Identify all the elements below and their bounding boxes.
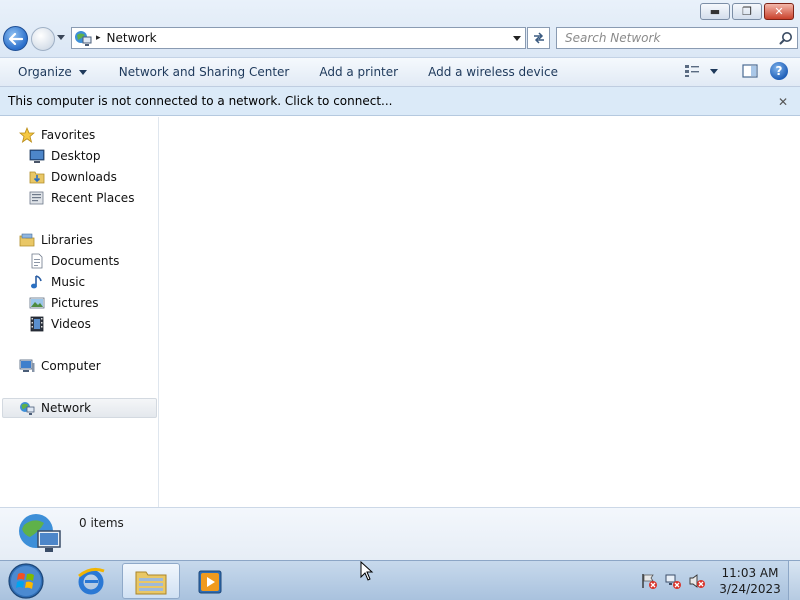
windows-explorer-icon bbox=[135, 571, 167, 595]
network-sharing-center-button[interactable]: Network and Sharing Center bbox=[103, 65, 304, 79]
sidebar-item-label: Pictures bbox=[51, 296, 99, 310]
libraries-icon bbox=[19, 233, 35, 247]
file-list-area[interactable] bbox=[160, 117, 800, 507]
sidebar-item-label: Libraries bbox=[41, 233, 93, 247]
sidebar-item-label: Network bbox=[41, 401, 92, 415]
maximize-icon: ❐ bbox=[742, 5, 752, 18]
taskbar-clock[interactable]: 11:03 AM 3/24/2023 bbox=[710, 565, 790, 597]
breadcrumb-separator[interactable]: ▸ bbox=[96, 33, 101, 43]
windows-start-icon bbox=[8, 563, 44, 599]
documents-icon bbox=[31, 253, 43, 269]
sidebar-item-videos[interactable]: Videos bbox=[29, 314, 91, 334]
network-icon bbox=[20, 402, 35, 415]
back-button[interactable] bbox=[3, 26, 28, 51]
mouse-cursor-icon bbox=[360, 561, 374, 581]
close-button[interactable]: ✕ bbox=[764, 3, 794, 20]
minimize-button[interactable]: ▬ bbox=[700, 3, 730, 20]
refresh-icon bbox=[533, 32, 544, 44]
forward-button[interactable] bbox=[31, 27, 55, 51]
videos-icon bbox=[30, 316, 44, 332]
organize-menu[interactable]: Organize bbox=[0, 65, 101, 79]
minimize-icon: ▬ bbox=[709, 5, 721, 18]
command-bar: Organize Network and Sharing Center Add … bbox=[0, 58, 800, 87]
network-globe-icon bbox=[19, 514, 61, 552]
change-view-button[interactable] bbox=[684, 64, 718, 78]
window-titlebar: ▬ ❐ ✕ ▸ Network bbox=[0, 0, 800, 58]
downloads-folder-icon bbox=[29, 171, 45, 184]
sidebar-item-label: Videos bbox=[51, 317, 91, 331]
add-wireless-device-label: Add a wireless device bbox=[428, 65, 558, 79]
add-wireless-device-button[interactable]: Add a wireless device bbox=[412, 65, 572, 79]
show-desktop-button[interactable] bbox=[788, 561, 800, 600]
info-bar[interactable]: This computer is not connected to a netw… bbox=[0, 87, 800, 116]
add-printer-button[interactable]: Add a printer bbox=[303, 65, 412, 79]
sidebar-item-label: Music bbox=[51, 275, 86, 289]
organize-label: Organize bbox=[18, 65, 72, 79]
info-bar-message[interactable]: This computer is not connected to a netw… bbox=[8, 94, 392, 108]
sidebar-item-documents[interactable]: Documents bbox=[29, 251, 119, 271]
music-icon bbox=[31, 275, 42, 289]
preview-pane-icon[interactable] bbox=[742, 64, 758, 78]
star-icon bbox=[19, 127, 35, 143]
sidebar-item-label: Documents bbox=[51, 254, 120, 268]
add-printer-label: Add a printer bbox=[319, 65, 399, 79]
volume-muted-icon[interactable] bbox=[688, 572, 706, 590]
chevron-down-icon bbox=[78, 69, 87, 75]
sidebar-item-pictures[interactable]: Pictures bbox=[29, 293, 99, 313]
view-options-icon bbox=[685, 65, 699, 77]
address-history-dropdown-icon[interactable] bbox=[513, 36, 521, 41]
window-controls: ▬ ❐ ✕ bbox=[700, 3, 794, 20]
address-bar[interactable]: ▸ Network bbox=[71, 27, 526, 49]
sidebar-item-label: Recent Places bbox=[51, 191, 135, 205]
sidebar-item-recent-places[interactable]: Recent Places bbox=[29, 188, 134, 208]
details-pane: 0 items bbox=[0, 507, 800, 560]
chevron-down-icon[interactable] bbox=[710, 68, 718, 74]
maximize-button[interactable]: ❐ bbox=[732, 3, 762, 20]
action-center-flag-icon[interactable] bbox=[640, 572, 658, 590]
sidebar-item-music[interactable]: Music bbox=[29, 272, 85, 292]
back-arrow-icon bbox=[8, 32, 23, 45]
taskbar: 11:03 AM 3/24/2023 bbox=[0, 560, 800, 600]
info-bar-close-icon[interactable]: ✕ bbox=[778, 95, 788, 109]
clock-date: 3/24/2023 bbox=[719, 582, 781, 596]
breadcrumb-network[interactable]: Network bbox=[107, 31, 157, 45]
sidebar-item-computer[interactable]: Computer bbox=[19, 356, 101, 376]
internet-explorer-icon bbox=[78, 567, 105, 595]
taskbar-media-player[interactable] bbox=[182, 563, 240, 599]
sidebar-item-network[interactable]: Network bbox=[2, 398, 157, 418]
sidebar-item-label: Computer bbox=[41, 359, 101, 373]
network-icon bbox=[75, 31, 92, 46]
desktop-icon bbox=[29, 149, 45, 163]
sidebar-item-desktop[interactable]: Desktop bbox=[29, 146, 101, 166]
close-icon: ✕ bbox=[774, 5, 784, 18]
taskbar-internet-explorer[interactable] bbox=[62, 563, 120, 599]
sidebar-item-libraries[interactable]: Libraries bbox=[19, 230, 93, 250]
help-button[interactable]: ? bbox=[770, 62, 788, 80]
clock-time: 11:03 AM bbox=[721, 566, 779, 580]
search-input[interactable] bbox=[565, 31, 775, 45]
sidebar-item-favorites[interactable]: Favorites bbox=[19, 125, 95, 145]
refresh-button[interactable] bbox=[527, 27, 550, 49]
network-disconnected-icon[interactable] bbox=[664, 572, 682, 590]
sidebar-item-label: Favorites bbox=[41, 128, 96, 142]
recent-places-icon bbox=[29, 191, 44, 205]
network-sharing-center-label: Network and Sharing Center bbox=[118, 65, 290, 79]
sidebar-item-downloads[interactable]: Downloads bbox=[29, 167, 117, 187]
recent-pages-dropdown-icon[interactable] bbox=[57, 35, 65, 40]
computer-icon bbox=[19, 359, 35, 372]
navigation-pane: Favorites Desktop Downloads Recent Place… bbox=[0, 117, 159, 507]
search-box[interactable] bbox=[556, 27, 798, 49]
start-button[interactable] bbox=[6, 562, 46, 600]
media-player-icon bbox=[198, 570, 222, 594]
search-icon[interactable] bbox=[779, 31, 793, 45]
pictures-icon bbox=[29, 297, 45, 309]
toolbar-right-group: ? bbox=[684, 62, 788, 80]
taskbar-windows-explorer[interactable] bbox=[122, 563, 180, 599]
help-icon: ? bbox=[775, 64, 783, 78]
sidebar-item-label: Desktop bbox=[51, 149, 101, 163]
sidebar-item-label: Downloads bbox=[51, 170, 117, 184]
item-count: 0 items bbox=[79, 516, 124, 530]
system-tray bbox=[640, 572, 706, 590]
